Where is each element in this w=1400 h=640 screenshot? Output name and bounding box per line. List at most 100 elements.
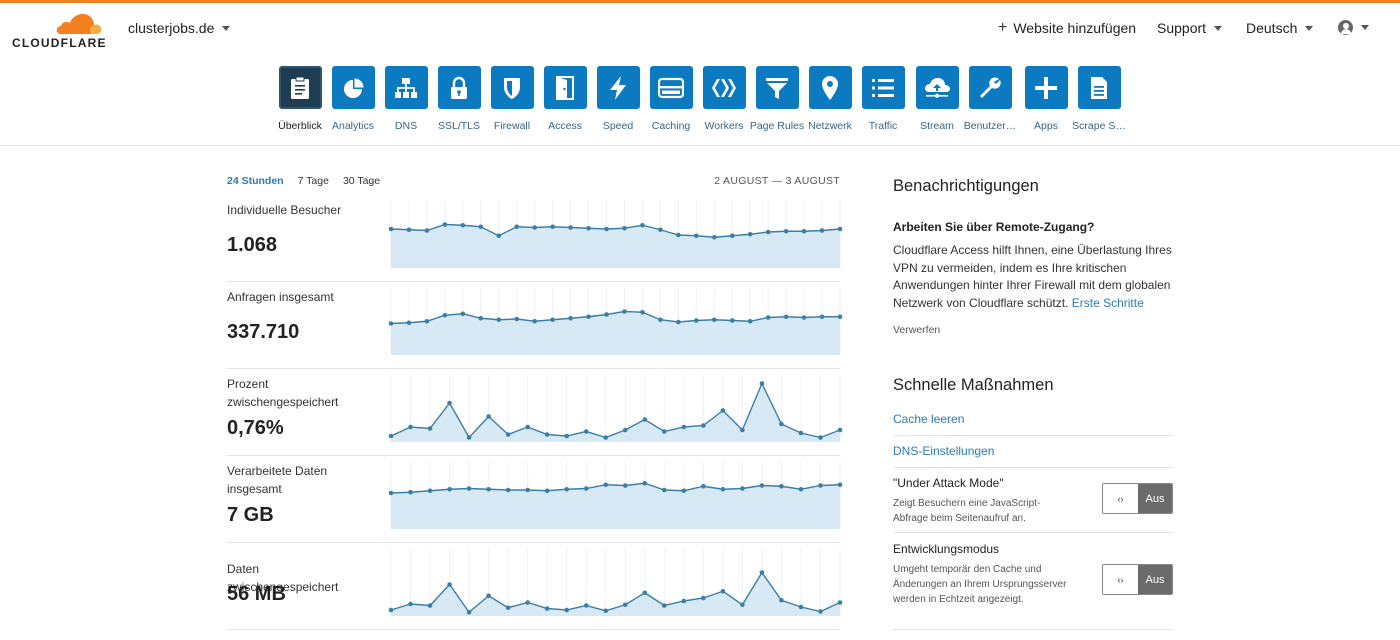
- chart-point[interactable]: [711, 234, 717, 240]
- chart-point[interactable]: [720, 486, 726, 492]
- app-page-rules[interactable]: Page Rules: [747, 66, 807, 132]
- chart-point[interactable]: [837, 314, 843, 320]
- chart-point[interactable]: [779, 597, 784, 603]
- range-7d[interactable]: 7 Tage: [298, 175, 329, 187]
- chart-point[interactable]: [783, 314, 789, 320]
- chart-point[interactable]: [765, 315, 771, 320]
- app-analytics[interactable]: Analytics: [323, 66, 383, 132]
- app-ssl-tls[interactable]: SSL/TLS: [429, 66, 489, 132]
- chart-point[interactable]: [681, 488, 687, 494]
- chart-point[interactable]: [583, 603, 589, 608]
- chart-point[interactable]: [427, 603, 433, 608]
- under-attack-toggle[interactable]: ‹› Aus: [1102, 483, 1173, 514]
- chart-point[interactable]: [478, 224, 484, 230]
- chart-point[interactable]: [525, 600, 530, 605]
- chart-point[interactable]: [564, 433, 569, 439]
- chart-point[interactable]: [747, 231, 753, 237]
- chart-point[interactable]: [486, 593, 491, 599]
- user-menu[interactable]: [1338, 20, 1369, 35]
- app-network[interactable]: Netzwerk: [800, 66, 860, 132]
- chart-point[interactable]: [466, 435, 472, 440]
- chart-point[interactable]: [544, 606, 550, 611]
- app-apps[interactable]: Apps: [1016, 66, 1076, 132]
- app-workers[interactable]: Workers: [694, 66, 754, 132]
- chart-point[interactable]: [460, 311, 466, 317]
- chart-point[interactable]: [466, 486, 472, 491]
- chart-point[interactable]: [603, 482, 609, 488]
- chart-point[interactable]: [694, 233, 699, 239]
- chart-point[interactable]: [759, 570, 765, 575]
- chart-point[interactable]: [442, 312, 448, 318]
- chart-point[interactable]: [798, 486, 804, 492]
- chart-point[interactable]: [486, 414, 491, 419]
- chart-point[interactable]: [406, 320, 412, 326]
- chart-point[interactable]: [729, 318, 735, 323]
- chart-point[interactable]: [819, 314, 825, 320]
- chart-point[interactable]: [408, 489, 413, 495]
- chart-point[interactable]: [818, 435, 823, 440]
- chart-point[interactable]: [514, 224, 520, 230]
- chart-point[interactable]: [427, 488, 433, 494]
- app-stream[interactable]: Stream: [907, 66, 967, 132]
- dev-mode-toggle[interactable]: ‹› Aus: [1102, 564, 1173, 595]
- chart-point[interactable]: [505, 487, 511, 493]
- chart-point[interactable]: [837, 427, 843, 433]
- chart-point[interactable]: [544, 488, 550, 494]
- chart-point[interactable]: [640, 222, 645, 228]
- app-access[interactable]: Access: [535, 66, 595, 132]
- chart-point[interactable]: [525, 487, 530, 493]
- chart-point[interactable]: [447, 400, 452, 406]
- chart-point[interactable]: [818, 483, 823, 488]
- chart-point[interactable]: [622, 602, 628, 608]
- chart-point[interactable]: [568, 315, 573, 321]
- chart-point[interactable]: [525, 424, 530, 430]
- app-overview[interactable]: Überblick: [270, 66, 330, 132]
- chart-point[interactable]: [711, 317, 717, 323]
- chart-point[interactable]: [694, 318, 699, 323]
- chart-point[interactable]: [681, 424, 687, 430]
- app-firewall[interactable]: Firewall: [482, 66, 542, 132]
- chart-point[interactable]: [779, 483, 784, 489]
- chart-point[interactable]: [681, 598, 687, 604]
- chart-point[interactable]: [466, 609, 472, 615]
- chart-point[interactable]: [765, 229, 771, 235]
- dns-settings-link[interactable]: DNS-Einstellungen: [893, 444, 1173, 468]
- chart-point[interactable]: [505, 605, 511, 611]
- chart-point[interactable]: [701, 595, 706, 601]
- range-30d[interactable]: 30 Tage: [343, 175, 380, 187]
- chart-point[interactable]: [740, 486, 745, 491]
- chart-point[interactable]: [701, 483, 706, 489]
- chart-point[interactable]: [442, 222, 448, 227]
- chart-point[interactable]: [640, 309, 645, 315]
- get-started-link[interactable]: Erste Schritte: [1072, 296, 1144, 310]
- chart-point[interactable]: [447, 486, 452, 492]
- chart-point[interactable]: [662, 603, 667, 608]
- chart-point[interactable]: [564, 486, 569, 492]
- chart-point[interactable]: [604, 312, 609, 317]
- chart-point[interactable]: [496, 233, 502, 239]
- chart-point[interactable]: [622, 225, 627, 231]
- chart-point[interactable]: [564, 607, 569, 613]
- chart-point[interactable]: [622, 309, 627, 314]
- add-site-button[interactable]: + Website hinzufügen: [998, 20, 1136, 37]
- chart-point[interactable]: [447, 582, 452, 587]
- chart-point[interactable]: [603, 435, 609, 440]
- chart-point[interactable]: [819, 228, 825, 233]
- chart-point[interactable]: [701, 423, 706, 428]
- chart-point[interactable]: [798, 604, 804, 610]
- chart-point[interactable]: [747, 318, 753, 324]
- support-menu[interactable]: Support: [1157, 20, 1223, 36]
- chart-point[interactable]: [424, 318, 430, 324]
- chart-point[interactable]: [676, 232, 681, 238]
- chart-point[interactable]: [759, 483, 765, 488]
- chart-point[interactable]: [642, 417, 648, 422]
- app-custom[interactable]: Benutzer…: [960, 66, 1020, 132]
- cloudflare-logo[interactable]: CLOUDFLARE: [12, 9, 105, 50]
- app-caching[interactable]: Caching: [641, 66, 701, 132]
- chart-point[interactable]: [388, 433, 394, 439]
- chart-point[interactable]: [740, 602, 745, 608]
- chart-point[interactable]: [779, 421, 784, 427]
- chart-point[interactable]: [486, 486, 491, 492]
- app-scrape-shield[interactable]: Scrape S…: [1069, 66, 1129, 132]
- domain-selector[interactable]: clusterjobs.de: [128, 20, 231, 36]
